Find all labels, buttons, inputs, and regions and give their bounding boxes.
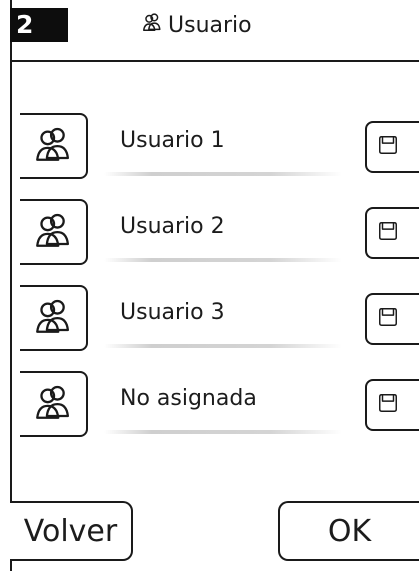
user-pair-icon bbox=[32, 123, 74, 169]
name-underline bbox=[104, 172, 342, 176]
user-name-label[interactable]: No asignada bbox=[120, 386, 257, 411]
ok-button[interactable]: OK bbox=[278, 501, 419, 561]
back-button[interactable]: Volver bbox=[10, 501, 133, 561]
save-icon bbox=[377, 220, 399, 246]
user-select-button[interactable] bbox=[20, 199, 88, 265]
user-select-button[interactable] bbox=[20, 371, 88, 437]
user-pair-icon bbox=[141, 11, 163, 39]
save-user-button[interactable] bbox=[365, 121, 419, 173]
page-title: Usuario bbox=[141, 8, 252, 42]
user-row: Usuario 1 bbox=[20, 113, 419, 181]
user-name-label[interactable]: Usuario 3 bbox=[120, 300, 225, 325]
user-name-label[interactable]: Usuario 1 bbox=[120, 128, 225, 153]
user-row: Usuario 2 bbox=[20, 199, 419, 267]
save-user-button[interactable] bbox=[365, 379, 419, 431]
save-user-button[interactable] bbox=[365, 207, 419, 259]
user-pair-icon bbox=[32, 381, 74, 427]
header-bar: 2 Usuario bbox=[10, 8, 419, 62]
step-number-badge: 2 bbox=[10, 8, 68, 42]
save-user-button[interactable] bbox=[365, 293, 419, 345]
save-icon bbox=[377, 392, 399, 418]
page-title-text: Usuario bbox=[168, 12, 252, 38]
user-row: No asignada bbox=[20, 371, 419, 439]
user-select-button[interactable] bbox=[20, 113, 88, 179]
user-row: Usuario 3 bbox=[20, 285, 419, 353]
user-name-label[interactable]: Usuario 2 bbox=[120, 214, 225, 239]
save-icon bbox=[377, 306, 399, 332]
user-pair-icon bbox=[32, 209, 74, 255]
user-pair-icon bbox=[32, 295, 74, 341]
name-underline bbox=[104, 430, 342, 434]
user-select-button[interactable] bbox=[20, 285, 88, 351]
save-icon bbox=[377, 134, 399, 160]
frame-left-border bbox=[10, 0, 12, 571]
name-underline bbox=[104, 258, 342, 262]
user-selection-screen: 2 Usuario Usuario 1 Usuario 2 Usuario 3 … bbox=[0, 0, 419, 571]
name-underline bbox=[104, 344, 342, 348]
